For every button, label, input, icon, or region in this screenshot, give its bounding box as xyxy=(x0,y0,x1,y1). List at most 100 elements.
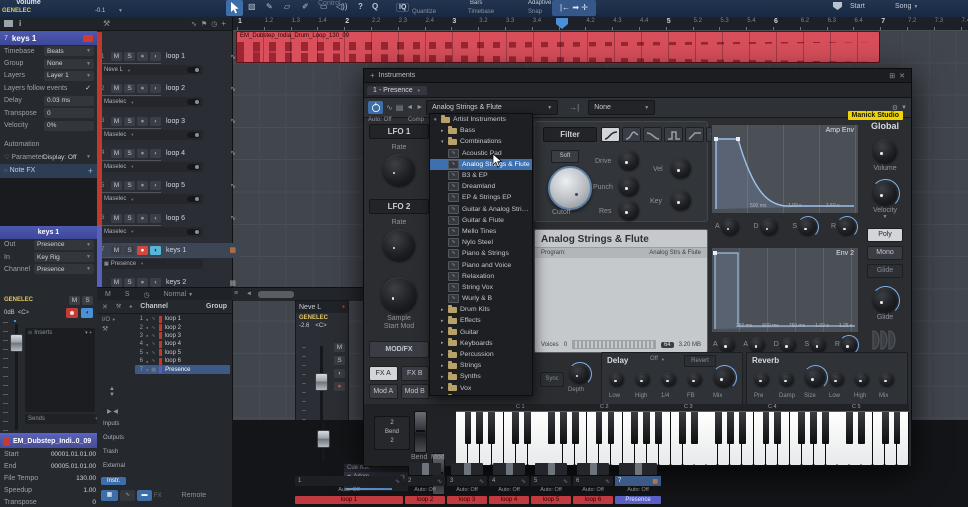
track-record-button[interactable]: ● xyxy=(137,84,148,93)
filter-shape-button[interactable] xyxy=(685,127,704,142)
piano-black-key[interactable] xyxy=(548,412,555,444)
tree-preset-item[interactable]: ∿Guitar & Flute xyxy=(430,215,532,226)
tree-caret-icon[interactable]: ▸ xyxy=(441,329,448,335)
global-velocity-knob[interactable] xyxy=(873,181,897,205)
track-solo-button[interactable]: S xyxy=(124,214,135,223)
preset-prev-button[interactable]: ◄ xyxy=(406,104,413,111)
fx-High-knob[interactable] xyxy=(636,372,650,386)
strip-auto-label[interactable]: Auto: Off xyxy=(531,487,571,493)
marker-start-label[interactable]: Start xyxy=(850,3,865,10)
midi-input-icon[interactable]: →| xyxy=(569,103,579,112)
track-monitor-button[interactable]: ◖ xyxy=(150,149,161,158)
env-d-knob[interactable] xyxy=(781,337,796,352)
inserts-header[interactable]: ⊙Inserts ▾ + xyxy=(25,328,95,338)
strip-number-row[interactable]: 3∿ xyxy=(447,476,487,486)
tree-preset-item[interactable]: ∿Dreamland xyxy=(430,181,532,192)
strip-number-row[interactable]: 4∿ xyxy=(489,476,529,486)
strip1-fader-handle[interactable] xyxy=(317,430,330,448)
pencil-tool-icon[interactable]: ✎ xyxy=(266,2,273,11)
timebase-value[interactable]: Bars xyxy=(470,0,482,6)
cue-gain-caret[interactable]: ▼ xyxy=(118,8,123,14)
env2-curve[interactable] xyxy=(712,248,858,332)
tree-caret-icon[interactable]: ▸ xyxy=(441,128,448,134)
glide-button[interactable]: Glide xyxy=(867,264,903,278)
fx-Low-knob[interactable] xyxy=(610,372,624,386)
lfo1-rate-knob[interactable] xyxy=(383,154,415,186)
fx-Low-knob[interactable] xyxy=(830,372,844,386)
paint-tool-icon[interactable]: ✐ xyxy=(302,2,309,11)
track-record-button[interactable]: ● xyxy=(137,181,148,190)
program-row[interactable]: Program: Analog Strs & Flute xyxy=(535,248,707,258)
poly-button[interactable]: Poly xyxy=(867,228,903,242)
piano-black-key[interactable] xyxy=(655,412,662,444)
pitch-bend-wheel[interactable] xyxy=(414,411,427,453)
piano-black-key[interactable] xyxy=(763,412,770,444)
strip-auto-label[interactable]: Auto: Off xyxy=(447,487,487,493)
console-instr-button[interactable]: Instr. xyxy=(101,477,126,485)
strip-mute-button[interactable]: M xyxy=(334,343,345,352)
fader-handle[interactable] xyxy=(10,334,23,352)
env-s-knob[interactable] xyxy=(811,337,826,352)
piano-black-key[interactable] xyxy=(465,412,472,444)
track-solo-button[interactable]: S xyxy=(124,117,135,126)
device-enable-toggle[interactable] xyxy=(187,132,200,138)
strip-fader-handle[interactable] xyxy=(315,373,328,391)
env-r-knob[interactable] xyxy=(838,218,855,235)
global-volume-knob[interactable] xyxy=(873,139,897,163)
strip-number-row[interactable]: 2∿ xyxy=(405,476,445,486)
strip-monitor-icon[interactable]: ◖ xyxy=(334,369,345,378)
strip-number-row[interactable]: 1∿ xyxy=(295,476,403,486)
global-solo-button[interactable]: S xyxy=(125,291,130,298)
tree-folder-item[interactable]: ▾Combinations xyxy=(430,136,532,147)
track-monitor-button[interactable]: ◖ xyxy=(150,84,161,93)
console-channel-row[interactable]: 5●∿loop 5 xyxy=(135,349,230,357)
filter-cutoff-knob[interactable] xyxy=(548,166,592,210)
inspector-track-header[interactable]: 7 keys 1 xyxy=(0,31,97,45)
tree-root-item[interactable]: ▾ Artist Instruments xyxy=(430,114,532,125)
strip-track-name[interactable]: loop 2 xyxy=(405,496,445,504)
piano-black-key[interactable] xyxy=(679,412,686,444)
console-channel-row[interactable]: 4●∿loop 4 xyxy=(135,340,230,348)
glide-knob[interactable] xyxy=(873,288,897,312)
channel-monitor-button[interactable]: ◖ xyxy=(81,308,93,318)
tree-folder-item[interactable]: ▸Winds & Brass xyxy=(430,394,532,396)
track-device-selector[interactable]: Maselec▼ xyxy=(101,227,203,237)
fx-14-knob[interactable] xyxy=(662,372,676,386)
piano-black-key[interactable] xyxy=(560,412,567,444)
wave-view-icon[interactable]: ∿ xyxy=(120,490,135,501)
tree-folder-item[interactable]: ▸Bass xyxy=(430,125,532,136)
lfo2-rate-knob[interactable] xyxy=(383,229,415,261)
strip-mini-fader-handle[interactable] xyxy=(635,463,642,475)
track-record-button[interactable]: ● xyxy=(137,246,148,255)
file-row-value[interactable]: 00005.01.01.00 xyxy=(51,463,96,470)
piano-black-key[interactable] xyxy=(512,412,519,444)
console-inputs-button[interactable]: Inputs xyxy=(103,421,119,427)
track-monitor-button[interactable]: ◖ xyxy=(150,246,161,255)
piano-black-key[interactable] xyxy=(643,412,650,444)
strip-auto-label[interactable]: Auto: Off xyxy=(573,487,613,493)
strip-record-icon[interactable]: ● xyxy=(334,382,345,391)
add-track-button[interactable]: + xyxy=(221,19,226,28)
strip-auto-label[interactable]: Auto: Off xyxy=(489,487,529,493)
plugin-tab[interactable]: 1 - Presence▼ xyxy=(367,86,427,95)
tree-caret-icon[interactable]: ▸ xyxy=(441,352,448,358)
track-mute-button[interactable]: M xyxy=(111,214,122,223)
tree-preset-item[interactable]: ∿Wurly & B xyxy=(430,293,532,304)
strip-gain-value[interactable]: -2.6 xyxy=(299,323,309,329)
strip-number-row[interactable]: 6∿ xyxy=(573,476,613,486)
tree-caret-icon[interactable]: ▾ xyxy=(441,139,448,145)
song-selector[interactable]: Song ▼ xyxy=(895,3,918,10)
track-row[interactable]: 5MS●◖loop 5∿ xyxy=(97,178,240,193)
channel-gain-value[interactable]: 0dB xyxy=(4,310,15,316)
fx-High-knob[interactable] xyxy=(855,372,869,386)
strip-view-icon[interactable]: ▬ xyxy=(137,490,152,501)
track-record-button[interactable]: ● xyxy=(137,52,148,61)
tree-preset-item[interactable]: ∿Relaxation xyxy=(430,271,532,282)
device-enable-toggle[interactable] xyxy=(187,67,200,73)
track-mute-button[interactable]: M xyxy=(111,84,122,93)
parameter-value[interactable]: Display: Off xyxy=(43,154,76,161)
console-expand-icons[interactable]: ▶ ◀ xyxy=(107,408,118,415)
tree-caret-icon[interactable]: ▸ xyxy=(441,374,448,380)
filter-key-knob[interactable] xyxy=(671,190,691,210)
automation-curve-icon[interactable]: ∿ xyxy=(191,20,197,28)
